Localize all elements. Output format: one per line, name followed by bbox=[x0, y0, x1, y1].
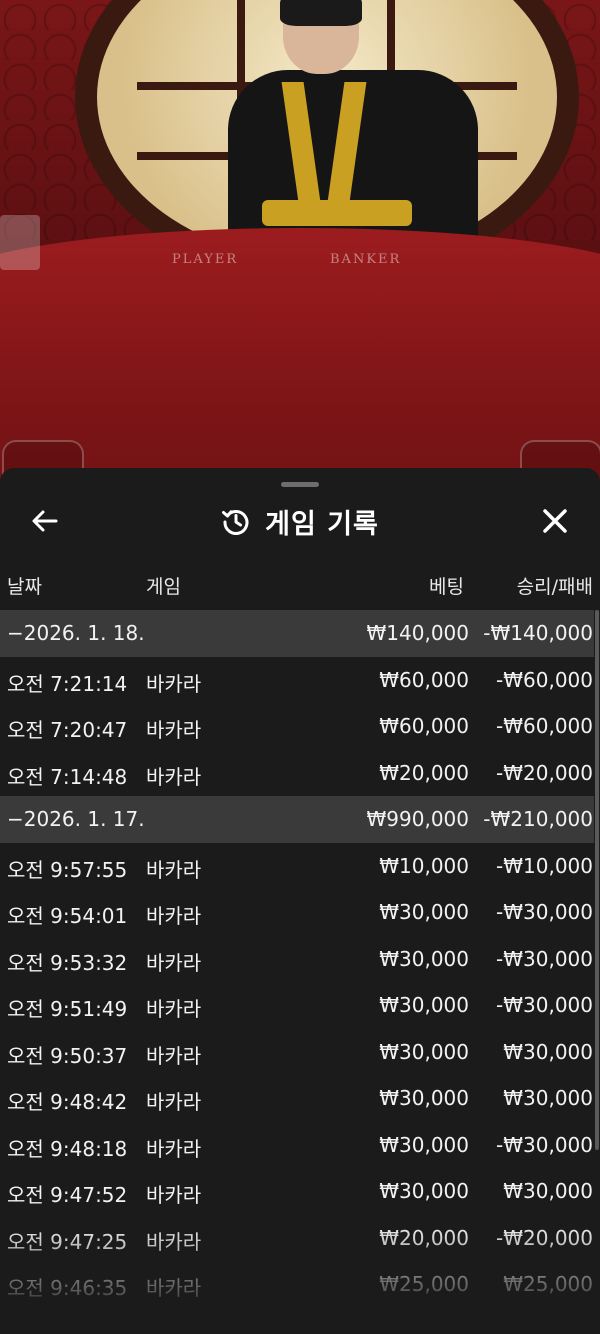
row-time: 오전 7:14:48 bbox=[7, 764, 128, 789]
scrollbar[interactable] bbox=[595, 610, 599, 1150]
sheet-title: 게임 기록 bbox=[265, 508, 379, 540]
history-row[interactable]: 오전 9:51:49 바카라 ₩30,000 -₩30,000 bbox=[0, 982, 594, 1029]
row-bet: ₩30,000 bbox=[379, 1179, 469, 1203]
row-bet: ₩30,000 bbox=[379, 1132, 469, 1157]
group-date: −2026. 1. 18. bbox=[7, 621, 145, 645]
row-bet: ₩60,000 bbox=[379, 667, 469, 692]
row-time: 오전 7:21:14 bbox=[7, 671, 128, 696]
group-bet-total: ₩140,000 bbox=[366, 621, 469, 645]
row-time: 오전 9:57:55 bbox=[7, 857, 128, 882]
row-game: 바카라 bbox=[146, 718, 202, 742]
row-bet: ₩30,000 bbox=[379, 1086, 469, 1110]
live-dealer-video: PLAYER BANKER bbox=[0, 0, 600, 480]
column-header-result: 승리/패배 bbox=[516, 576, 593, 598]
row-result: -₩60,000 bbox=[496, 714, 593, 738]
history-row[interactable]: 오전 9:57:55 바카라 ₩10,000 -₩10,000 bbox=[0, 843, 594, 890]
history-row[interactable]: 오전 7:20:47 바카라 ₩60,000 -₩60,000 bbox=[0, 703, 594, 750]
row-game: 바카라 bbox=[146, 764, 202, 789]
column-header-bet: 베팅 bbox=[429, 576, 464, 598]
history-row[interactable]: 오전 7:21:14 바카라 ₩60,000 -₩60,000 bbox=[0, 657, 594, 704]
row-game: 바카라 bbox=[146, 1229, 202, 1254]
row-result: -₩10,000 bbox=[496, 853, 593, 878]
row-time: 오전 9:54:01 bbox=[7, 904, 128, 928]
table-label-banker: BANKER bbox=[330, 252, 402, 267]
sheet-header: 게임 기록 bbox=[0, 496, 600, 546]
row-time: 오전 9:53:32 bbox=[7, 950, 128, 975]
row-bet: ₩25,000 bbox=[379, 1272, 469, 1296]
group-date: −2026. 1. 17. bbox=[7, 807, 145, 831]
group-bet-total: ₩990,000 bbox=[366, 807, 469, 831]
column-headers: 날짜 게임 베팅 승리/패배 bbox=[0, 570, 600, 600]
drag-handle[interactable] bbox=[281, 482, 319, 487]
row-result: -₩30,000 bbox=[496, 993, 593, 1017]
dealer-hair bbox=[280, 0, 362, 26]
row-result: -₩20,000 bbox=[496, 760, 593, 785]
row-result: -₩30,000 bbox=[496, 1132, 593, 1157]
row-bet: ₩30,000 bbox=[379, 946, 469, 971]
row-game: 바카라 bbox=[146, 1183, 202, 1207]
row-result: ₩30,000 bbox=[503, 1179, 593, 1203]
table-label-player: PLAYER bbox=[172, 252, 239, 267]
row-game: 바카라 bbox=[146, 997, 202, 1021]
row-game: 바카라 bbox=[146, 1276, 202, 1300]
history-row[interactable]: 오전 9:54:01 바카라 ₩30,000 -₩30,000 bbox=[0, 889, 594, 936]
row-game: 바카라 bbox=[146, 1136, 202, 1161]
row-game: 바카라 bbox=[146, 1090, 202, 1114]
game-history-sheet: 게임 기록 날짜 게임 베팅 승리/패배 −2026. 1. 18. ₩140,0… bbox=[0, 468, 600, 1334]
row-time: 오전 9:47:25 bbox=[7, 1229, 128, 1254]
row-result: ₩30,000 bbox=[503, 1039, 593, 1064]
row-time: 오전 9:50:37 bbox=[7, 1043, 128, 1068]
row-bet: ₩20,000 bbox=[379, 760, 469, 785]
history-row[interactable]: 오전 9:48:18 바카라 ₩30,000 -₩30,000 bbox=[0, 1122, 594, 1169]
row-bet: ₩30,000 bbox=[379, 993, 469, 1017]
row-time: 오전 9:48:42 bbox=[7, 1090, 128, 1114]
row-result: ₩30,000 bbox=[503, 1086, 593, 1110]
baccarat-table bbox=[0, 228, 600, 480]
row-time: 오전 9:48:18 bbox=[7, 1136, 128, 1161]
row-bet: ₩10,000 bbox=[379, 853, 469, 878]
column-header-date: 날짜 bbox=[7, 576, 42, 598]
close-icon bbox=[543, 509, 567, 533]
row-result: -₩20,000 bbox=[496, 1225, 593, 1250]
date-group-row[interactable]: −2026. 1. 17. ₩990,000 -₩210,000 bbox=[0, 796, 594, 843]
row-result: -₩30,000 bbox=[496, 900, 593, 924]
history-icon bbox=[222, 510, 249, 535]
row-time: 오전 9:47:52 bbox=[7, 1183, 128, 1207]
column-header-game: 게임 bbox=[146, 576, 181, 598]
history-row[interactable]: 오전 9:53:32 바카라 ₩30,000 -₩30,000 bbox=[0, 936, 594, 983]
history-row[interactable]: 오전 7:14:48 바카라 ₩20,000 -₩20,000 bbox=[0, 750, 594, 797]
row-time: 오전 7:20:47 bbox=[7, 718, 128, 742]
close-button[interactable] bbox=[530, 496, 580, 546]
history-row[interactable]: 오전 9:47:52 바카라 ₩30,000 ₩30,000 bbox=[0, 1168, 594, 1215]
dealer-sash bbox=[262, 200, 412, 226]
history-list[interactable]: −2026. 1. 18. ₩140,000 -₩140,000 오전 7:21:14… bbox=[0, 610, 594, 1334]
row-bet: ₩30,000 bbox=[379, 1039, 469, 1064]
row-bet: ₩60,000 bbox=[379, 714, 469, 738]
history-row[interactable]: 오전 9:46:35 바카라 ₩25,000 ₩25,000 bbox=[0, 1261, 594, 1308]
history-row[interactable]: 오전 9:50:37 바카라 ₩30,000 ₩30,000 bbox=[0, 1029, 594, 1076]
row-time: 오전 9:46:35 bbox=[7, 1276, 128, 1300]
row-game: 바카라 bbox=[146, 950, 202, 975]
row-result: -₩30,000 bbox=[496, 946, 593, 971]
sheet-title-group: 게임 기록 bbox=[0, 496, 600, 546]
row-game: 바카라 bbox=[146, 671, 202, 696]
row-game: 바카라 bbox=[146, 857, 202, 882]
row-game: 바카라 bbox=[146, 1043, 202, 1068]
group-result-total: -₩210,000 bbox=[483, 807, 593, 831]
date-group-row[interactable]: −2026. 1. 18. ₩140,000 -₩140,000 bbox=[0, 610, 594, 657]
row-bet: ₩30,000 bbox=[379, 900, 469, 924]
row-result: -₩60,000 bbox=[496, 667, 593, 692]
row-result: ₩25,000 bbox=[503, 1272, 593, 1296]
card-shoe bbox=[0, 215, 40, 270]
history-row[interactable]: 오전 9:47:25 바카라 ₩20,000 -₩20,000 bbox=[0, 1215, 594, 1262]
row-time: 오전 9:51:49 bbox=[7, 997, 128, 1021]
row-bet: ₩20,000 bbox=[379, 1225, 469, 1250]
history-row[interactable]: 오전 9:48:42 바카라 ₩30,000 ₩30,000 bbox=[0, 1075, 594, 1122]
row-game: 바카라 bbox=[146, 904, 202, 928]
group-result-total: -₩140,000 bbox=[483, 621, 593, 645]
